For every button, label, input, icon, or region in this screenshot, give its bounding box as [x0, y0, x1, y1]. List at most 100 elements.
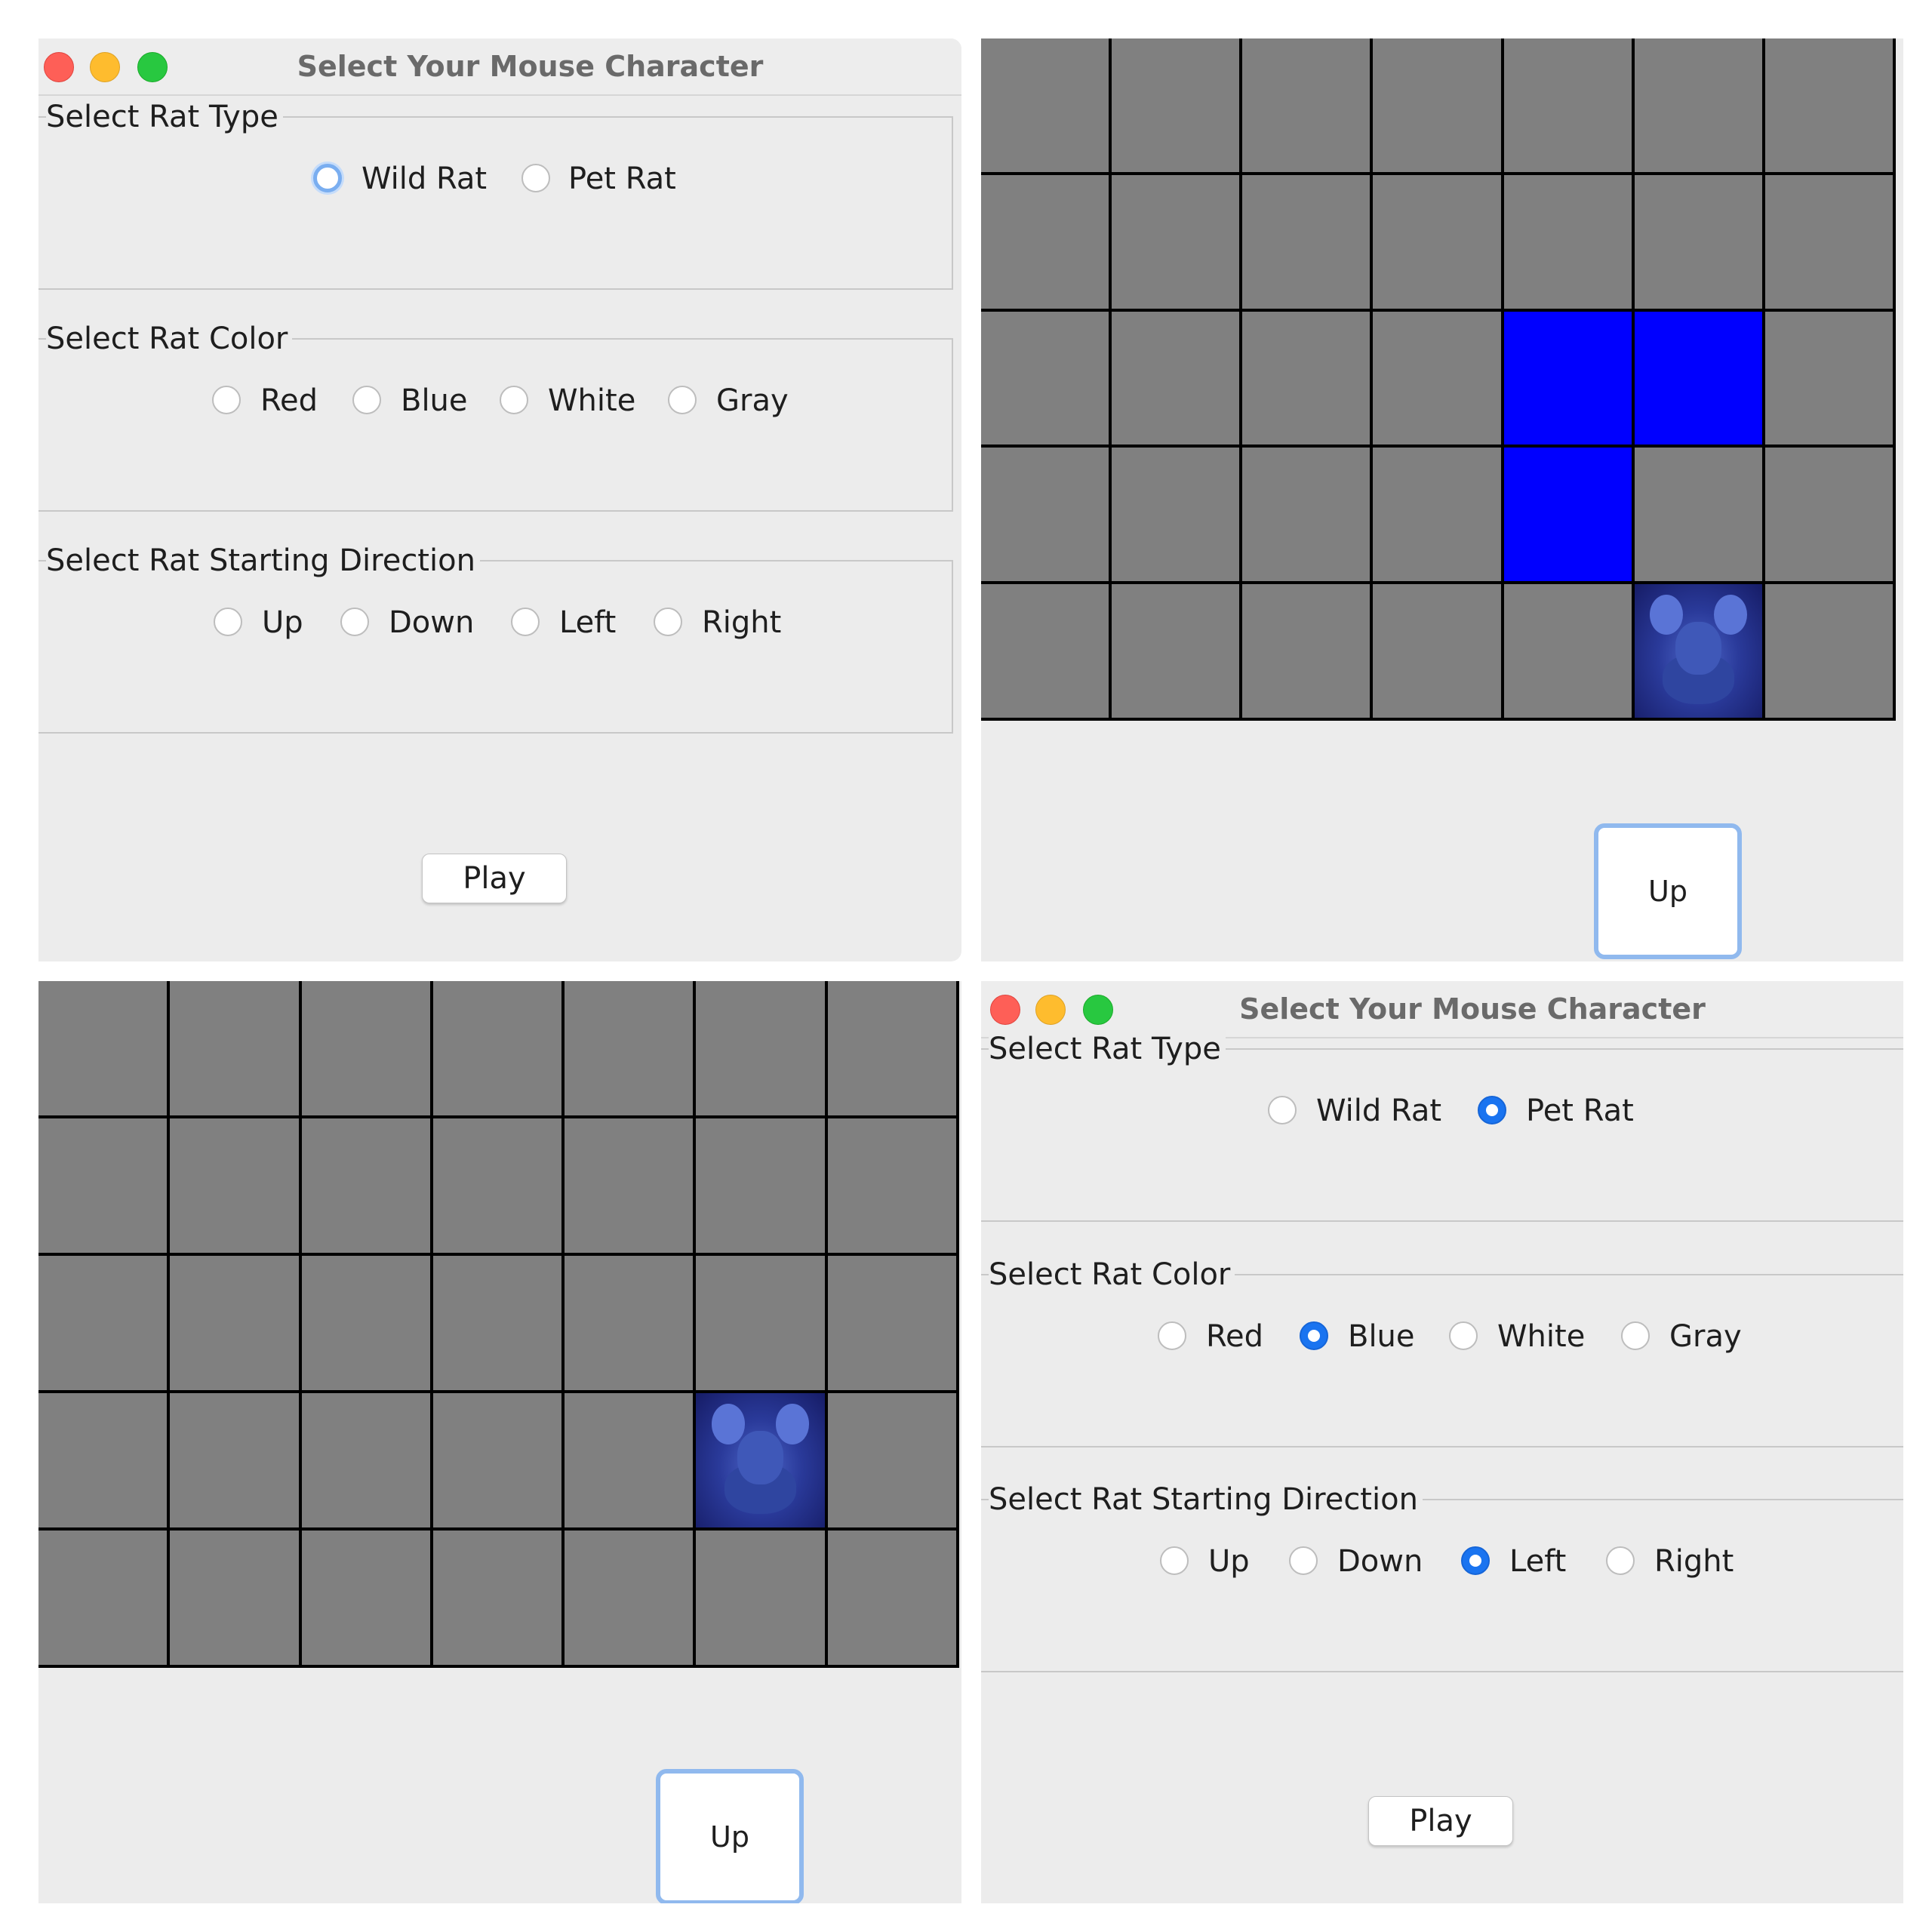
- radio-circle[interactable]: [1268, 1096, 1297, 1124]
- board-cell: [1503, 38, 1632, 172]
- board-cell: [565, 1256, 694, 1390]
- radio-label: Blue: [401, 383, 468, 418]
- window-title: Select Your Mouse Character: [297, 50, 764, 83]
- radio-circle[interactable]: [313, 164, 342, 192]
- play-button[interactable]: Play: [422, 854, 567, 903]
- radio-circle[interactable]: [212, 386, 241, 414]
- board-cell-path: [1503, 448, 1632, 582]
- board-cell: [1112, 448, 1240, 582]
- radio-label: Right: [702, 605, 782, 640]
- rat-color-group: Select Rat Color Red Blue White Gray: [38, 320, 953, 512]
- board-cell: [981, 311, 1109, 445]
- up-button[interactable]: Up: [1594, 823, 1742, 959]
- board-cell: [170, 1531, 299, 1665]
- radio-circle[interactable]: [500, 386, 528, 414]
- radio-circle-selected[interactable]: [1300, 1321, 1328, 1350]
- up-button[interactable]: Up: [656, 1769, 804, 1903]
- board-cell: [432, 1256, 562, 1390]
- board-cell: [1634, 448, 1762, 582]
- radio-label: Up: [262, 605, 303, 640]
- board-cell: [38, 1118, 168, 1253]
- board-cell: [432, 1118, 562, 1253]
- board-cell-path: [1503, 311, 1632, 445]
- board-cell: [565, 1393, 694, 1527]
- radio-circle[interactable]: [1160, 1546, 1189, 1575]
- radio-circle[interactable]: [1289, 1546, 1318, 1575]
- board-cell: [301, 1531, 430, 1665]
- radio-label: Wild Rat: [361, 162, 488, 196]
- board-cell: [1112, 584, 1240, 718]
- radio-circle[interactable]: [352, 386, 381, 414]
- board-cell: [1242, 311, 1371, 445]
- board-cell: [696, 1256, 825, 1390]
- radio-circle[interactable]: [1158, 1321, 1186, 1350]
- rat-direction-group: Select Rat Starting Direction Up Down Le…: [981, 1481, 1903, 1672]
- radio-circle[interactable]: [1621, 1321, 1650, 1350]
- title-bar: Select Your Mouse Character: [38, 38, 961, 96]
- radio-circle[interactable]: [214, 608, 242, 636]
- board-cell: [565, 1531, 694, 1665]
- board-cell: [1634, 584, 1762, 718]
- radio-label: Down: [389, 605, 475, 640]
- radio-label: Left: [1509, 1544, 1567, 1579]
- rat-color-group: Select Rat Color Red Blue White Gray: [981, 1256, 1903, 1447]
- game-window-start: Up: [38, 981, 961, 1903]
- board-cell: [1764, 38, 1893, 172]
- board-cell: [981, 38, 1109, 172]
- game-board: [981, 38, 1896, 721]
- board-cell: [1373, 38, 1501, 172]
- board-cell: [432, 981, 562, 1115]
- board-cell: [38, 1393, 168, 1527]
- radio-circle[interactable]: [511, 608, 540, 636]
- radio-label: Left: [559, 605, 617, 640]
- rat-icon: [1634, 584, 1762, 718]
- radio-label: Pet Rat: [1526, 1094, 1634, 1128]
- board-cell: [696, 1393, 825, 1527]
- board-cell: [170, 1118, 299, 1253]
- radio-circle[interactable]: [654, 608, 682, 636]
- board-cell: [1634, 38, 1762, 172]
- radio-circle-selected[interactable]: [1478, 1096, 1506, 1124]
- radio-circle[interactable]: [1606, 1546, 1635, 1575]
- rat-color-group-label: Select Rat Color: [46, 320, 293, 358]
- radio-circle-selected[interactable]: [1461, 1546, 1490, 1575]
- rat-type-group-label: Select Rat Type: [989, 1030, 1226, 1068]
- radio-label: Blue: [1348, 1319, 1415, 1354]
- window-title: Select Your Mouse Character: [1239, 992, 1706, 1026]
- radio-circle[interactable]: [521, 164, 550, 192]
- radio-circle[interactable]: [340, 608, 369, 636]
- board-cell: [827, 1393, 956, 1527]
- board-cell: [696, 1118, 825, 1253]
- rat-direction-group: Select Rat Starting Direction Up Down Le…: [38, 542, 953, 734]
- character-select-window: Select Your Mouse Character Select Rat T…: [38, 38, 961, 961]
- board-cell: [1373, 448, 1501, 582]
- game-window-path: Up: [981, 38, 1903, 961]
- radio-label: Pet Rat: [568, 162, 676, 196]
- radio-label: Right: [1654, 1544, 1734, 1579]
- board-cell: [981, 584, 1109, 718]
- rat-type-group-label: Select Rat Type: [46, 98, 283, 136]
- board-cell: [1503, 174, 1632, 309]
- radio-circle[interactable]: [668, 386, 697, 414]
- radio-label: Wild Rat: [1316, 1094, 1442, 1128]
- rat-direction-group-label: Select Rat Starting Direction: [46, 542, 480, 580]
- rat-icon: [696, 1393, 825, 1527]
- radio-circle[interactable]: [1449, 1321, 1478, 1350]
- radio-label: Red: [1206, 1319, 1263, 1354]
- board-cell: [38, 1531, 168, 1665]
- board-cell: [301, 1393, 430, 1527]
- rat-color-group-label: Select Rat Color: [989, 1256, 1235, 1294]
- board-cell: [1112, 311, 1240, 445]
- board-cell: [1764, 311, 1893, 445]
- board-cell: [301, 1118, 430, 1253]
- board-cell: [696, 1531, 825, 1665]
- board-cell: [565, 1118, 694, 1253]
- board-cell: [981, 174, 1109, 309]
- board-cell: [981, 448, 1109, 582]
- board-cell: [827, 981, 956, 1115]
- board-cell: [170, 981, 299, 1115]
- play-button[interactable]: Play: [1368, 1796, 1513, 1846]
- board-cell: [1373, 311, 1501, 445]
- board-cell: [1634, 174, 1762, 309]
- board-cell: [170, 1393, 299, 1527]
